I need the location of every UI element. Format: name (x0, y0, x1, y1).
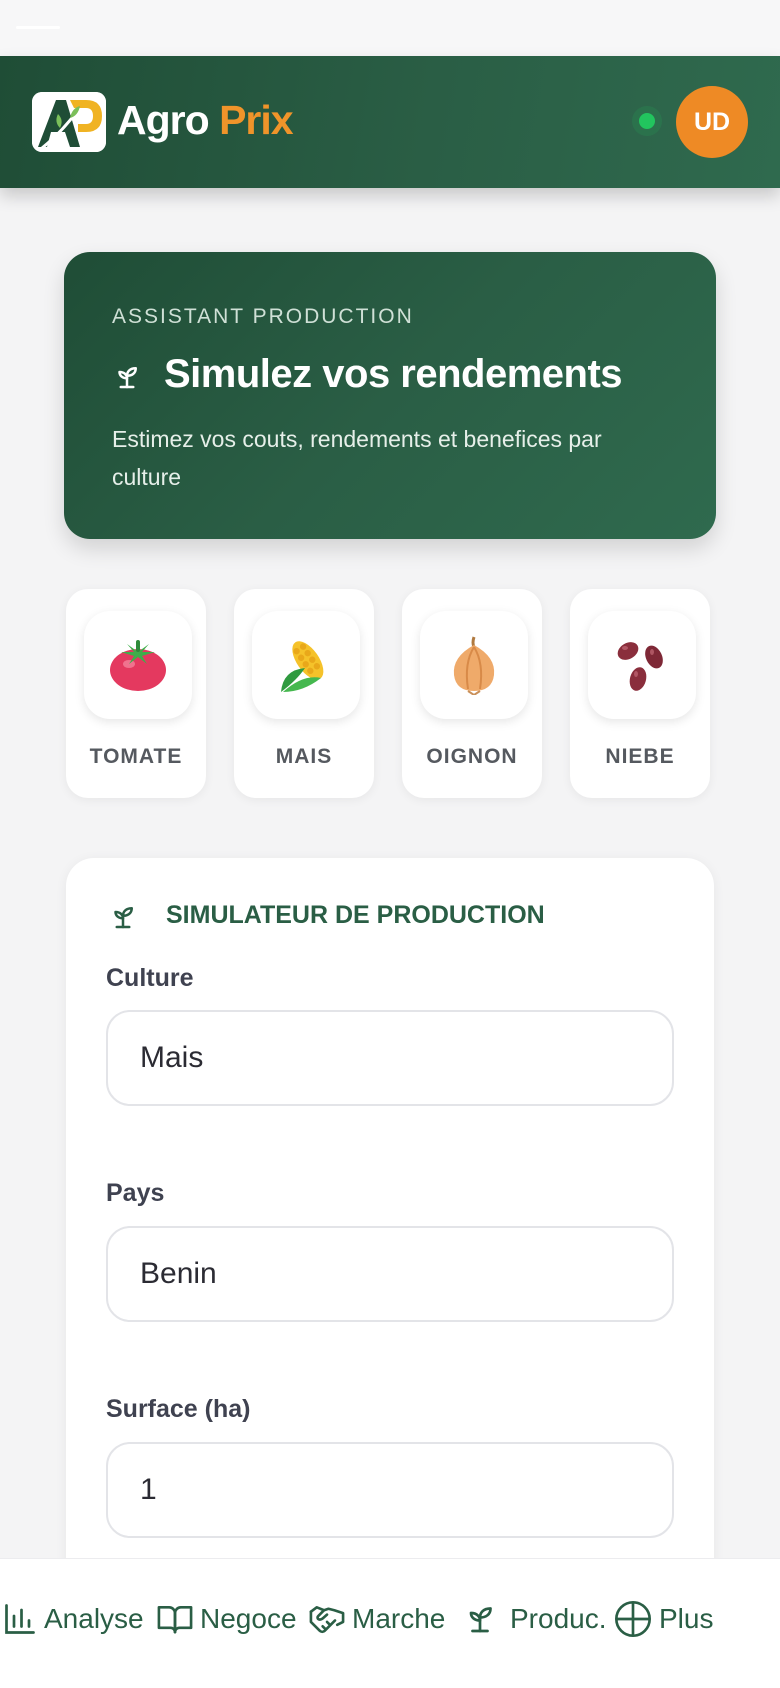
globe-icon (615, 1601, 651, 1637)
brand-name-second: Prix (219, 97, 293, 143)
status-indicator (16, 26, 60, 29)
hero-banner: ASSISTANT PRODUCTION Simulez vos rendeme… (64, 252, 716, 539)
hero-eyebrow: ASSISTANT PRODUCTION (112, 305, 414, 328)
culture-label: Culture (106, 964, 194, 992)
sprout-icon (469, 1607, 492, 1633)
sprout-icon (118, 367, 137, 389)
crop-label: NIEBE (605, 745, 675, 768)
onion-icon (453, 636, 495, 695)
surface-label: Surface (ha) (106, 1395, 251, 1423)
crop-card-mais[interactable]: MAIS (234, 589, 374, 798)
app-screen: Agro Prix UD ASSISTANT PRODUCTION Simule… (0, 0, 780, 1688)
nav-item-marche[interactable]: Marche (308, 1599, 445, 1639)
nav-label: Plus (659, 1603, 714, 1634)
crop-card-oignon[interactable]: OIGNON (402, 589, 542, 798)
corn-icon (281, 641, 324, 692)
crop-card-niebe[interactable]: NIEBE (570, 589, 710, 798)
logo-icon (32, 92, 106, 152)
pays-field[interactable] (106, 1226, 674, 1322)
crop-label: MAIS (275, 745, 333, 768)
nav-label: Produc. (510, 1603, 607, 1634)
crop-icon-box (420, 611, 528, 719)
nav-label: Negoce (200, 1603, 297, 1634)
brand-name: Agro Prix (117, 97, 294, 144)
status-bar (0, 0, 780, 56)
nav-label: Analyse (44, 1603, 144, 1634)
brand-name-first: Agro (117, 97, 210, 143)
crop-label: TOMATE (89, 745, 183, 768)
beans-icon (617, 642, 663, 691)
surface-field[interactable] (106, 1442, 674, 1538)
nav-label: Marche (352, 1603, 446, 1634)
nav-item-plus[interactable]: Plus (613, 1599, 713, 1639)
crop-icon-box (84, 611, 192, 719)
nav-item-analyse[interactable]: Analyse (2, 1599, 144, 1639)
production-simulator-card: SIMULATEUR DE PRODUCTION Culture Pays Su… (66, 858, 714, 1658)
culture-field[interactable] (106, 1010, 674, 1106)
hero-description: Estimez vos couts, rendements et benefic… (112, 426, 602, 490)
crop-icon-box (588, 611, 696, 719)
crop-label: OIGNON (426, 745, 518, 768)
sprout-icon (114, 907, 133, 929)
user-avatar[interactable]: UD (676, 86, 748, 158)
nav-item-production[interactable]: Produc. (462, 1599, 607, 1639)
tomato-icon (110, 640, 166, 691)
bottom-navigation: Analyse Negoce Marche Produc. Plus (0, 1558, 780, 1688)
app-logo[interactable] (32, 92, 106, 152)
hero-title: Simulez vos rendements (164, 352, 623, 396)
pays-label: Pays (106, 1179, 165, 1207)
app-header: Agro Prix (0, 56, 780, 188)
simulator-title: SIMULATEUR DE PRODUCTION (166, 901, 545, 929)
online-status-indicator (639, 113, 655, 129)
handshake-icon (309, 1605, 345, 1634)
nav-item-negoce[interactable]: Negoce (156, 1599, 297, 1639)
crop-icon-box (252, 611, 360, 719)
book-icon (157, 1605, 193, 1634)
bar-chart-icon (5, 1604, 35, 1634)
crop-card-tomate[interactable]: TOMATE (66, 589, 206, 798)
